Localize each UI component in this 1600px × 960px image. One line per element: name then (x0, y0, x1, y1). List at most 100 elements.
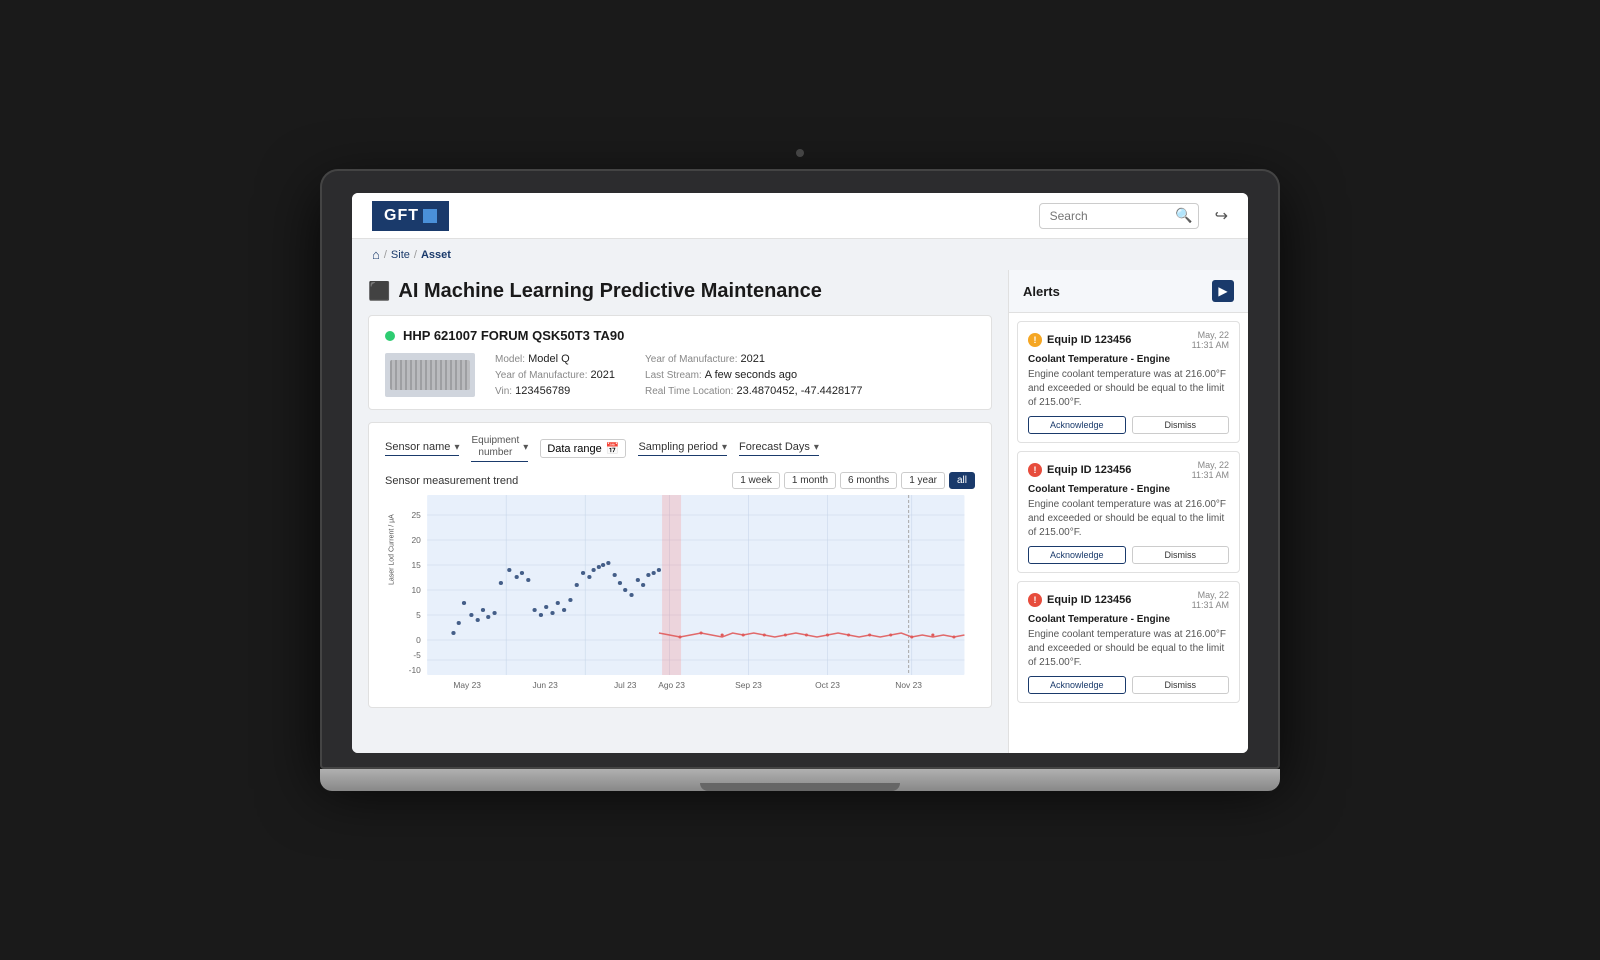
year-mfr-label: Year of Manufacture: (495, 370, 587, 381)
alert-item-header: ! Equip ID 123456 May, 22 11:31 AM (1028, 460, 1229, 480)
sensor-name-chevron-icon: ▾ (454, 442, 459, 453)
alert-dismiss-button[interactable]: Dismiss (1132, 416, 1230, 434)
year-mfr-row: Year of Manufacture: 2021 (495, 369, 615, 381)
sensor-name-filter[interactable]: Sensor name ▾ (385, 441, 459, 456)
asset-image (385, 353, 475, 397)
svg-text:-5: -5 (413, 651, 421, 660)
period-1month-button[interactable]: 1 month (784, 472, 836, 489)
alert-item: ! Equip ID 123456 May, 22 11:31 AM Coola… (1017, 581, 1240, 703)
svg-text:20: 20 (411, 536, 421, 545)
alert-warning-icon: ! (1028, 333, 1042, 347)
sampling-period-label: Sampling period (638, 441, 718, 453)
data-range-label: Data range (547, 443, 601, 455)
equipment-number-filter[interactable]: Equipmentnumber ▾ (471, 435, 528, 462)
alert-date: May, 22 11:31 AM (1192, 330, 1229, 350)
breadcrumb-sep1: / (384, 249, 387, 261)
alert-equip-id: Equip ID 123456 (1047, 594, 1131, 606)
alert-error-icon: ! (1028, 593, 1042, 607)
asset-image-lines (390, 360, 470, 390)
real-time-value: 23.4870452, -47.4428177 (736, 385, 862, 397)
alert-equip-id: Equip ID 123456 (1047, 334, 1131, 346)
alert-dismiss-button[interactable]: Dismiss (1132, 546, 1230, 564)
vin-label: Vin: (495, 386, 512, 397)
svg-text:Sep 23: Sep 23 (735, 681, 762, 690)
alerts-list: ! Equip ID 123456 May, 22 11:31 AM Coola… (1009, 313, 1248, 753)
alert-dismiss-button[interactable]: Dismiss (1132, 676, 1230, 694)
alert-type-label: Coolant Temperature - Engine (1028, 614, 1229, 625)
data-range-filter[interactable]: Data range 📅 (540, 439, 626, 458)
year-mfr2-label: Year of Manufacture: (645, 354, 737, 365)
content-area: ⬛ AI Machine Learning Predictive Mainten… (352, 270, 1008, 753)
alert-acknowledge-button[interactable]: Acknowledge (1028, 546, 1126, 564)
chart-svg: 25 20 15 10 5 0 -5 -10 May 23 (385, 495, 975, 695)
page-title-row: ⬛ AI Machine Learning Predictive Mainten… (368, 280, 992, 303)
forecast-days-chevron-icon: ▾ (814, 442, 819, 453)
logout-icon: ↪ (1215, 208, 1228, 225)
alert-type-label: Coolant Temperature - Engine (1028, 354, 1229, 365)
year-mfr-value: 2021 (591, 369, 615, 381)
alert-description: Engine coolant temperature was at 216.00… (1028, 368, 1229, 410)
vin-row: Vin: 123456789 (495, 385, 615, 397)
detail-col-left: Model: Model Q Year of Manufacture: 2021 (495, 353, 615, 397)
svg-text:Oct 23: Oct 23 (815, 681, 840, 690)
svg-text:Nov 23: Nov 23 (895, 681, 922, 690)
alerts-panel: Alerts ▶ ! Equip ID 1 (1008, 270, 1248, 753)
logout-button[interactable]: ↪ (1215, 206, 1228, 226)
svg-text:5: 5 (416, 611, 421, 620)
detail-col-right: Year of Manufacture: 2021 Last Stream: A… (645, 353, 862, 397)
model-value: Model Q (528, 353, 570, 365)
breadcrumb-asset: Asset (421, 249, 451, 261)
period-6months-button[interactable]: 6 months (840, 472, 897, 489)
breadcrumb-home-icon[interactable]: ⌂ (372, 247, 380, 262)
asset-status-dot (385, 331, 395, 341)
asset-card: HHP 621007 FORUM QSK50T3 TA90 Model: (368, 315, 992, 410)
svg-text:25: 25 (411, 511, 421, 520)
alert-actions: Acknowledge Dismiss (1028, 676, 1229, 694)
sensor-name-label: Sensor name (385, 441, 450, 453)
alert-item-header: ! Equip ID 123456 May, 22 11:31 AM (1028, 590, 1229, 610)
breadcrumb-site[interactable]: Site (391, 249, 410, 261)
svg-text:Jul 23: Jul 23 (614, 681, 637, 690)
search-input-wrap: 🔍 (1039, 203, 1199, 229)
alert-date: May, 22 11:31 AM (1192, 590, 1229, 610)
forecast-days-label: Forecast Days (739, 441, 810, 453)
page-title: AI Machine Learning Predictive Maintenan… (398, 280, 821, 303)
sampling-period-chevron-icon: ▾ (722, 442, 727, 453)
last-stream-row: Last Stream: A few seconds ago (645, 369, 862, 381)
equipment-number-label: Equipmentnumber (471, 435, 519, 459)
asset-header: HHP 621007 FORUM QSK50T3 TA90 (385, 328, 975, 343)
period-1week-button[interactable]: 1 week (732, 472, 780, 489)
period-1year-button[interactable]: 1 year (901, 472, 945, 489)
period-buttons: 1 week 1 month 6 months 1 year all (732, 472, 975, 489)
vin-value: 123456789 (515, 385, 570, 397)
svg-text:15: 15 (411, 561, 421, 570)
search-icon-button[interactable]: 🔍 (1175, 207, 1192, 224)
svg-text:10: 10 (411, 586, 421, 595)
alert-item: ! Equip ID 123456 May, 22 11:31 AM Coola… (1017, 451, 1240, 573)
alert-date: May, 22 11:31 AM (1192, 460, 1229, 480)
year-mfr2-row: Year of Manufacture: 2021 (645, 353, 862, 365)
forecast-days-filter[interactable]: Forecast Days ▾ (739, 441, 819, 456)
alert-item: ! Equip ID 123456 May, 22 11:31 AM Coola… (1017, 321, 1240, 443)
chart-title-row: Sensor measurement trend 1 week 1 month … (385, 472, 975, 489)
model-label: Model: (495, 354, 525, 365)
logo-square-icon (423, 209, 437, 223)
alerts-title: Alerts (1023, 284, 1060, 299)
alert-acknowledge-button[interactable]: Acknowledge (1028, 676, 1126, 694)
sampling-period-filter[interactable]: Sampling period ▾ (638, 441, 727, 456)
alert-item-header: ! Equip ID 123456 May, 22 11:31 AM (1028, 330, 1229, 350)
asset-name: HHP 621007 FORUM QSK50T3 TA90 (403, 328, 624, 343)
model-row: Model: Model Q (495, 353, 615, 365)
chart-filters: Sensor name ▾ Equipmentnumber ▾ Data ran… (385, 435, 975, 462)
alerts-expand-icon: ▶ (1218, 284, 1227, 298)
real-time-row: Real Time Location: 23.4870452, -47.4428… (645, 385, 862, 397)
period-all-button[interactable]: all (949, 472, 975, 489)
calendar-icon: 📅 (606, 442, 620, 455)
alert-equip-row: ! Equip ID 123456 (1028, 593, 1131, 607)
search-icon: 🔍 (1175, 207, 1192, 224)
svg-text:Laser Lod Current / μA: Laser Lod Current / μA (387, 514, 395, 585)
last-stream-label: Last Stream: (645, 370, 702, 381)
alert-acknowledge-button[interactable]: Acknowledge (1028, 416, 1126, 434)
alerts-expand-button[interactable]: ▶ (1212, 280, 1234, 302)
title-icon: ⬛ (368, 281, 390, 302)
